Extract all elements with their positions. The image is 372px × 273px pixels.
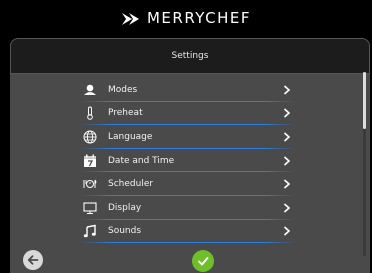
chevron-right-icon [282,84,292,96]
scrollbar[interactable] [363,72,366,256]
menu-item-display[interactable]: Display [80,196,300,220]
scrollbar-thumb[interactable] [363,72,366,129]
menu-item-preheat[interactable]: Preheat [80,102,300,126]
title-bar: Settings [10,38,370,74]
menu-item-label: Language [108,131,153,142]
settings-screen: MERRYCHEF Settings Modes Preheat Languag… [0,0,372,273]
scheduler-icon [82,177,98,191]
music-note-icon [82,224,98,238]
merrychef-logo-icon [121,11,141,25]
calendar-icon [82,154,98,168]
menu-item-modes[interactable]: Modes [80,78,300,102]
chevron-right-icon [282,202,292,214]
menu-item-label: Sounds [108,226,142,237]
settings-menu: Modes Preheat Language Date and Time Sch… [80,78,300,243]
chevron-right-icon [282,155,292,167]
confirm-button[interactable] [192,250,214,272]
chevron-right-icon [282,178,292,190]
checkmark-icon [197,252,209,271]
globe-icon [82,130,98,144]
brand-header: MERRYCHEF [0,0,372,36]
menu-item-label: Modes [108,84,138,95]
menu-item-label: Display [108,202,142,213]
settings-panel: Settings Modes Preheat Language Date and… [10,38,370,273]
menu-item-language[interactable]: Language [80,125,300,149]
monitor-icon [82,201,98,215]
chef-hat-icon [82,83,98,97]
chevron-right-icon [282,225,292,237]
menu-item-date-and-time[interactable]: Date and Time [80,149,300,173]
page-title: Settings [171,51,209,61]
chevron-right-icon [282,107,292,119]
chevron-right-icon [282,131,292,143]
thermometer-icon [82,106,98,121]
menu-item-sounds[interactable]: Sounds [80,220,300,244]
menu-item-label: Date and Time [108,155,175,166]
menu-item-label: Scheduler [108,179,154,190]
arrow-left-icon [27,251,39,270]
menu-item-scheduler[interactable]: Scheduler [80,172,300,196]
back-button[interactable] [23,250,43,270]
menu-item-label: Preheat [108,108,143,119]
brand-name: MERRYCHEF [146,9,251,27]
